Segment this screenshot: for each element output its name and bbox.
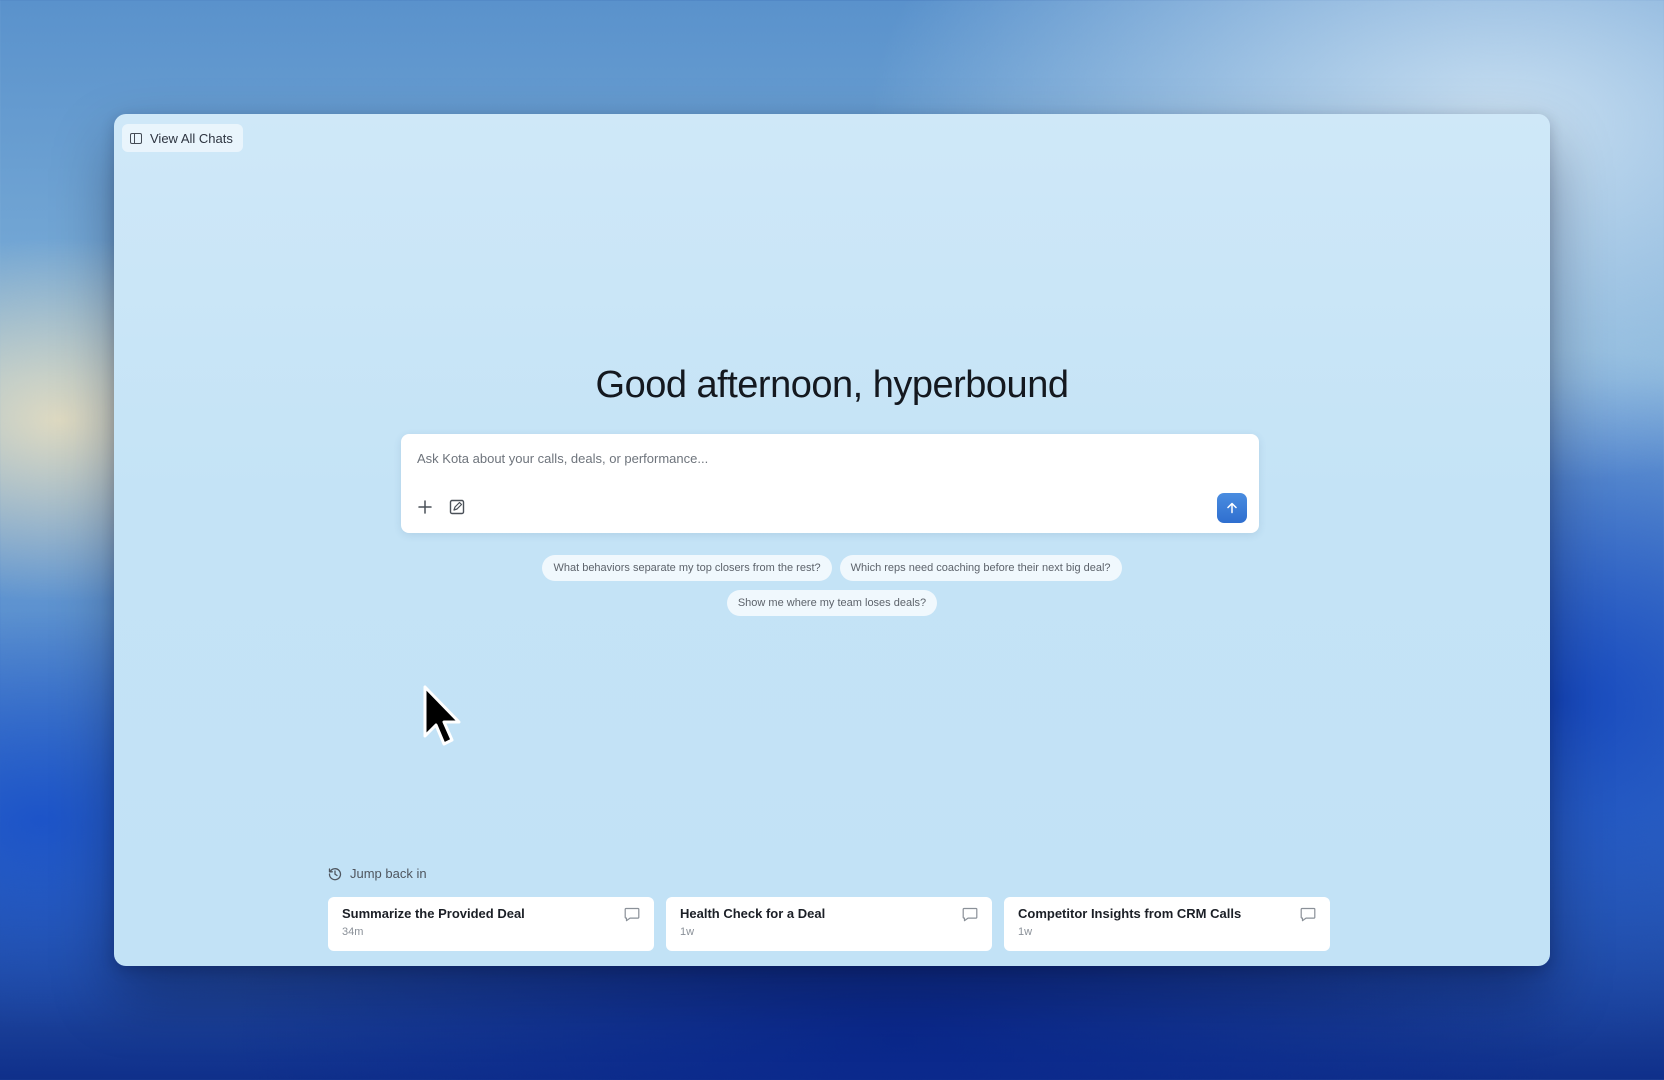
chat-title: Competitor Insights from CRM Calls [1018,906,1242,921]
send-button[interactable] [1217,493,1247,523]
history-icon [328,867,342,880]
recent-chats-header: Jump back in [328,866,427,881]
view-all-chats-button[interactable]: View All Chats [122,124,243,152]
chat-bubble-icon [624,907,640,922]
suggestion-chip[interactable]: Show me where my team loses deals? [726,590,938,616]
chat-composer [401,434,1259,533]
sidebar-icon [130,132,142,144]
app-window: View All Chats Good afternoon, hyperboun… [114,114,1550,966]
recent-chat-card[interactable]: Summarize the Provided Deal 34m [328,897,654,951]
suggestion-chip[interactable]: Which reps need coaching before their ne… [839,555,1122,581]
mouse-cursor-icon [423,685,461,746]
new-prompt-button[interactable] [446,496,468,518]
chat-bubble-icon [1300,907,1316,922]
edit-square-icon [449,499,465,515]
suggestion-chips: What behaviors separate my top closers f… [114,555,1550,616]
chat-bubble-icon [962,907,978,922]
arrow-up-icon [1227,502,1237,514]
view-all-chats-label: View All Chats [150,130,233,146]
recent-chats-label: Jump back in [350,866,427,881]
chat-input[interactable] [415,446,1219,470]
suggestion-chip[interactable]: What behaviors separate my top closers f… [542,555,832,581]
chat-time: 1w [680,926,695,938]
chat-title: Summarize the Provided Deal [342,906,525,921]
recent-chats-list: Summarize the Provided Deal 34m Health C… [328,897,1330,951]
chat-time: 1w [1018,926,1033,938]
add-attachment-button[interactable] [414,496,436,518]
chat-title: Health Check for a Deal [680,906,826,921]
recent-chat-card[interactable]: Competitor Insights from CRM Calls 1w [1004,897,1330,951]
page-title: Good afternoon, hyperbound [595,364,1069,406]
plus-icon [418,500,432,514]
recent-chat-card[interactable]: Health Check for a Deal 1w [666,897,992,951]
chat-time: 34m [342,926,364,938]
